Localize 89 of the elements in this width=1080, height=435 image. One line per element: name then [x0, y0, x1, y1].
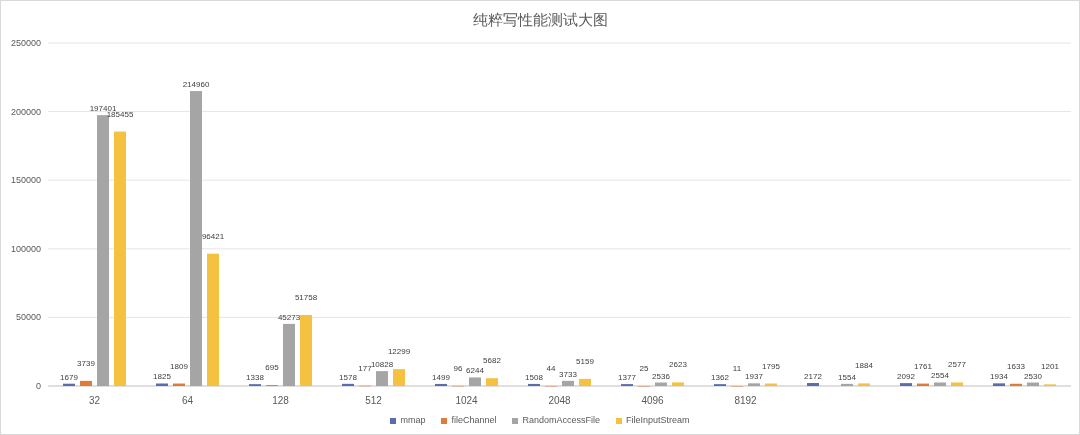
y-tick-label: 200000	[10, 106, 41, 117]
y-tick-label: 100000	[10, 243, 41, 254]
legend-label: FileInputStream	[626, 414, 690, 427]
bar	[173, 383, 185, 386]
data-label: 2536	[652, 371, 670, 381]
legend-label: RandomAccessFile	[522, 414, 600, 427]
x-tick-label: 8192	[734, 395, 757, 406]
bar	[376, 371, 388, 386]
data-label: 44	[546, 363, 556, 373]
data-label: 96421	[201, 231, 225, 241]
data-label: 1825	[153, 372, 171, 382]
legend-label: mmap	[400, 414, 426, 427]
bar	[283, 323, 295, 386]
data-label: 1338	[246, 373, 264, 383]
chart-title: 纯粹写性能测试大图	[472, 9, 608, 31]
data-label: 1761	[914, 361, 932, 371]
bar	[672, 382, 684, 386]
data-label: 5159	[576, 356, 594, 366]
bar	[993, 383, 1005, 386]
bar	[342, 383, 354, 386]
data-label: 3739	[77, 358, 95, 368]
data-label: 51758	[294, 293, 318, 302]
x-tick-label: 128	[272, 395, 289, 406]
data-label: 25	[639, 363, 649, 373]
x-tick-label: 64	[181, 395, 194, 406]
bar	[1010, 383, 1022, 386]
data-label: 96	[453, 363, 463, 373]
data-label: 1633	[1007, 361, 1025, 371]
data-label: 1578	[339, 372, 357, 382]
data-label: 2172	[804, 372, 822, 381]
data-label: 695	[265, 363, 279, 373]
x-tick-label: 2048	[548, 395, 571, 406]
x-tick-label: 1024	[455, 395, 478, 406]
bar	[300, 315, 312, 386]
data-label: 214960	[182, 80, 210, 90]
bar	[80, 380, 92, 386]
bar	[934, 382, 946, 386]
data-label: 1679	[60, 372, 78, 382]
data-label: 2554	[931, 371, 949, 381]
y-tick-label: 0	[36, 381, 41, 391]
bar	[393, 369, 405, 386]
data-label: 12299	[387, 347, 411, 357]
y-tick-label: 50000	[15, 312, 41, 323]
data-label: 1937	[745, 372, 763, 382]
bar	[765, 383, 777, 386]
bar	[900, 383, 912, 386]
data-label: 177	[358, 363, 372, 373]
data-label: 1554	[838, 372, 856, 382]
bar	[562, 380, 574, 386]
bar	[807, 383, 819, 386]
bar	[917, 383, 929, 386]
y-tick-label: 150000	[10, 175, 41, 186]
bar	[156, 383, 168, 386]
data-label: 1499	[432, 372, 450, 382]
data-label: 45273	[277, 312, 301, 322]
data-label: 2577	[948, 360, 966, 370]
bar	[528, 383, 540, 386]
bar	[655, 382, 667, 386]
data-label: 6244	[466, 366, 484, 376]
data-label: 11	[732, 364, 742, 373]
bar	[579, 378, 591, 386]
data-label: 2092	[897, 372, 915, 382]
data-label: 1377	[618, 373, 636, 383]
data-label: 1809	[170, 361, 188, 371]
bar	[951, 382, 963, 386]
data-label: 1508	[525, 372, 543, 382]
data-label: 2623	[669, 360, 687, 370]
data-label: 1934	[990, 372, 1008, 382]
bar	[1027, 382, 1039, 386]
data-label: 1362	[711, 373, 729, 383]
data-label: 1795	[762, 361, 780, 371]
x-tick-label: 512	[365, 395, 382, 406]
bar	[858, 383, 870, 386]
data-label: 3733	[559, 369, 577, 379]
bar	[469, 377, 481, 386]
legend-label: fileChannel	[451, 414, 497, 427]
data-label: 1201	[1041, 362, 1059, 372]
bar	[486, 378, 498, 386]
x-tick-label: 32	[88, 395, 101, 406]
data-label: 5682	[483, 356, 501, 366]
bar	[748, 383, 760, 386]
bar	[63, 383, 75, 386]
data-label: 1884	[855, 361, 873, 371]
bar	[841, 383, 853, 386]
x-tick-label: 4096	[641, 395, 664, 406]
data-label: 10828	[370, 360, 394, 370]
data-label: 2530	[1024, 371, 1042, 381]
bar	[435, 383, 447, 386]
y-tick-label: 250000	[10, 38, 41, 48]
